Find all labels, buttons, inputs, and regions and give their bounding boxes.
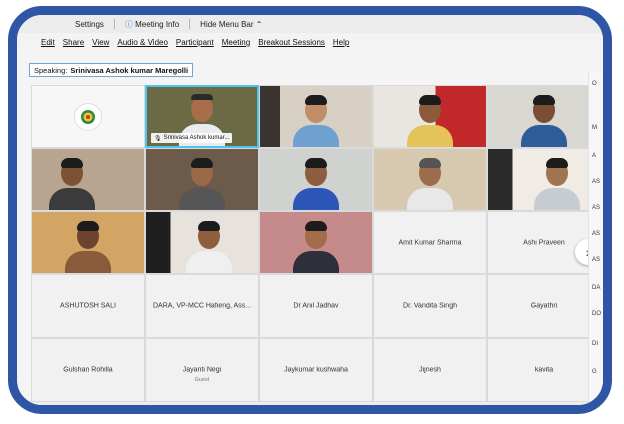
divider (189, 19, 191, 29)
participant-tile[interactable] (373, 148, 487, 211)
participant-tile-named[interactable]: kavita (487, 338, 601, 402)
participant-name: Gayathri (530, 302, 558, 310)
participant-tile[interactable] (31, 148, 145, 211)
info-icon: ⓘ (124, 19, 133, 29)
participant-tile-active-speaker[interactable]: 🎙 Srinivasa Ashok kumar... (145, 85, 259, 148)
menu-bar: Edit Share View Audio & Video Participan… (17, 33, 603, 52)
menu-share[interactable]: Share (63, 38, 84, 47)
hide-menu-bar-label: Hide Menu Bar (200, 19, 254, 29)
side-letter: G (592, 369, 597, 375)
hide-menu-bar-button[interactable]: Hide Menu Bar ⌃ (200, 20, 262, 29)
participant-name: Amit Kumar Sharma (398, 239, 462, 246)
divider (113, 19, 115, 29)
participant-tile[interactable] (487, 85, 601, 148)
participant-tile-named[interactable]: Jaykumar kushwaha (259, 338, 373, 402)
meeting-info-label: Meeting Info (135, 19, 180, 29)
side-letter: A (592, 153, 597, 159)
menu-participant[interactable]: Participant (176, 38, 214, 47)
participant-name: ASHUTOSH SALI (60, 302, 116, 310)
participant-role: Guest (194, 377, 210, 384)
participant-name: Gulshan Rohilla (63, 366, 113, 374)
participant-video (521, 93, 567, 147)
side-letter: M (592, 125, 597, 131)
chevron-up-icon: ⌃ (255, 19, 263, 29)
org-logo-icon (75, 103, 101, 130)
video-grid: 🎙 Srinivasa Ashok kumar... Amit Kumar Sh… (31, 85, 603, 405)
participant-tile[interactable] (259, 85, 373, 148)
participant-video (534, 156, 581, 210)
participant-tile-named[interactable]: Gayathri (487, 274, 601, 338)
participant-tile-named[interactable]: DARA, VP-MCC Hafieng, Ass... (145, 274, 259, 338)
participant-name: Dr Anil Jadhav (293, 302, 339, 310)
participant-name: DARA, VP-MCC Hafieng, Ass... (152, 302, 252, 310)
participant-name: kavita (534, 366, 554, 374)
participant-tile-named[interactable]: ASHUTOSH SALI (31, 274, 145, 338)
menu-edit[interactable]: Edit (41, 38, 55, 47)
side-letter: O (592, 81, 597, 87)
participant-video (49, 156, 96, 210)
mic-icon: 🎙 (154, 135, 162, 142)
participant-panel-edge: O M A AS AS AS AS DA DO DI G (588, 73, 603, 405)
participant-video (179, 156, 225, 210)
side-letter: AS (592, 231, 601, 237)
participant-name: Jaykumar kushwaha (284, 366, 348, 374)
menu-meeting[interactable]: Meeting (222, 38, 250, 47)
participant-tile[interactable] (145, 211, 259, 274)
participant-tile-named[interactable]: Jijnesh (373, 338, 487, 402)
participant-tile-named[interactable]: Dr. Vandita Singh (373, 274, 487, 338)
participant-tile-named[interactable]: Dr Anil Jadhav (259, 274, 373, 338)
participant-video (185, 219, 232, 273)
meeting-info-button[interactable]: ⓘ Meeting Info (125, 19, 179, 30)
participant-name: Dr. Vandita Singh (403, 302, 457, 310)
side-letter: AS (592, 179, 601, 185)
settings-button[interactable]: Settings (75, 20, 104, 29)
side-letter: DI (592, 341, 598, 347)
participant-name: Jijnesh (419, 366, 441, 374)
participant-name-caption: 🎙 Srinivasa Ashok kumar... (151, 133, 233, 143)
menu-audio-video[interactable]: Audio & Video (117, 38, 168, 47)
participant-tile[interactable] (31, 211, 145, 274)
window-frame: Settings ⓘ Meeting Info Hide Menu Bar ⌃ … (8, 6, 612, 414)
speaking-name: Srinivasa Ashok kumar Maregolli (70, 65, 189, 75)
menu-help[interactable]: Help (333, 38, 349, 47)
side-letter: AS (592, 205, 601, 211)
side-letter: DA (592, 285, 601, 291)
menu-view[interactable]: View (92, 38, 109, 47)
caption-text: Srinivasa Ashok kumar... (163, 135, 230, 141)
participant-video (407, 156, 453, 210)
participant-tile-named[interactable]: Amit Kumar Sharma (373, 211, 487, 274)
menu-breakout-sessions[interactable]: Breakout Sessions (258, 38, 325, 47)
participant-video (407, 93, 453, 147)
participant-video (293, 219, 339, 273)
active-speaker-indicator: Speaking: Srinivasa Ashok kumar Maregoll… (29, 63, 194, 77)
participant-tile[interactable] (487, 148, 601, 211)
participant-name: Jayanti Negi (182, 366, 222, 374)
participant-video (293, 93, 339, 147)
participant-tile-logo[interactable] (31, 85, 145, 148)
top-bar: Settings ⓘ Meeting Info Hide Menu Bar ⌃ (17, 15, 603, 33)
participant-tile[interactable] (145, 148, 259, 211)
participant-tile-named[interactable]: Gulshan Rohilla (31, 338, 145, 402)
side-letter: AS (592, 257, 601, 263)
speaking-label: Speaking: (34, 65, 68, 75)
participant-tile-named[interactable]: Jayanti Negi Guest (145, 338, 259, 402)
participant-tile[interactable] (259, 211, 373, 274)
side-letter: DO (592, 311, 601, 317)
participant-video (293, 156, 339, 210)
participant-tile[interactable] (373, 85, 487, 148)
participant-video (65, 219, 111, 273)
participant-tile[interactable] (259, 148, 373, 211)
